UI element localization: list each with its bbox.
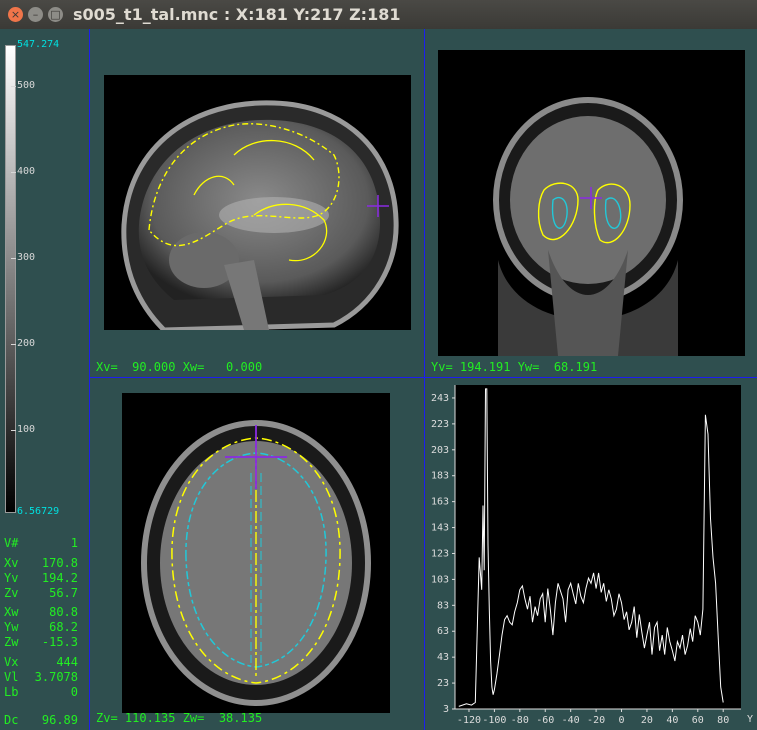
info-label: Yv [4,571,19,585]
colormap-tickmark [11,172,16,173]
info-value: 56.7 [49,586,78,600]
axial-coord-readout: Zv= 110.135 Zw= 38.135 [96,711,263,725]
histogram-x-tick-label: -20 [587,715,605,726]
sagittal-slice-image [121,100,399,330]
info-label: Zw [4,635,19,649]
axial-slice-image [141,420,371,706]
info-label: Lb [4,685,19,699]
colormap-tickmark [11,86,16,87]
histogram-y-tick-label: 143 [431,523,449,534]
panel-separator [90,377,757,378]
info-value: 170.8 [41,556,78,570]
minimize-icon[interactable]: – [28,7,43,22]
info-label: Dc [4,713,19,727]
colormap-min-label: 6.56729 [17,506,60,517]
histogram-y-tick-label: 163 [431,497,449,508]
histogram-y-tick-label: 123 [431,548,449,559]
colormap-tick: 100 [17,424,36,435]
coronal-slice-image [493,97,683,356]
colormap-tick: 400 [17,166,36,177]
histogram-x-tick-label: -120 [457,715,481,726]
histogram-y-tick-label: 223 [431,419,449,430]
histogram-axis-label: Y [747,714,753,725]
intensity-histogram[interactable]: 243 223 203 183 163 143 123 103 83 63 43 23 3 -120 -10… [425,381,757,730]
info-value: -15.3 [41,635,78,649]
histogram-y-tick-label: 43 [437,652,449,663]
histogram-y-tick-label: 23 [437,678,449,689]
sagittal-coord-readout: Xv= 90.000 Xw= 0.000 [96,360,263,374]
histogram-x-tick-label: -40 [562,715,580,726]
histogram-x-tick-label: 60 [692,715,704,726]
colormap-tickmark [11,258,16,259]
window-title: s005_t1_tal.mnc : X:181 Y:217 Z:181 [73,5,401,24]
colormap-tick: 200 [17,338,36,349]
info-value: 96.89 [41,713,78,727]
info-value: 1 [70,536,78,550]
histogram-y-tick-label: 203 [431,445,449,456]
histogram-y-tick-label: 243 [431,393,449,404]
info-label: Yw [4,620,19,634]
panel-separator [89,29,90,730]
info-label: Xw [4,605,19,619]
info-label: Zv [4,586,19,600]
colormap-tick: 500 [17,80,36,91]
histogram-x-tick-label: -100 [482,715,506,726]
window-titlebar: × – □ s005_t1_tal.mnc : X:181 Y:217 Z:18… [0,0,757,29]
histogram-plot-area [455,385,741,709]
info-value: 444 [56,655,78,669]
histogram-x-tick-label: 80 [717,715,729,726]
colormap-max-label: 547.274 [17,39,60,50]
colormap-tickmark [11,344,16,345]
info-label: Vl [4,670,19,684]
histogram-x-tick-label: -60 [536,715,554,726]
info-label: V# [4,536,19,550]
histogram-x-tick-label: -80 [511,715,529,726]
histogram-x-tick-label: 0 [618,715,624,726]
close-icon[interactable]: × [8,7,23,22]
histogram-y-tick-label: 103 [431,574,449,585]
info-value: 194.2 [41,571,78,585]
info-value: 80.8 [49,605,78,619]
info-value: 68.2 [49,620,78,634]
info-value: 0 [70,685,78,699]
histogram-y-tick-label: 3 [443,704,449,715]
histogram-y-tick-label: 183 [431,471,449,482]
histogram-y-tick-label: 63 [437,626,449,637]
maximize-icon[interactable]: □ [48,7,63,22]
histogram-x-tick-label: 40 [666,715,678,726]
axial-view[interactable] [122,393,390,713]
histogram-y-tick-label: 83 [437,600,449,611]
coronal-coord-readout: Yv= 194.191 Yw= 68.191 [431,360,598,374]
info-value: 3.7078 [34,670,78,684]
viewer-main: 547.274 6.56729 500 400 300 200 100 V# 1 … [0,29,757,730]
sagittal-view[interactable] [104,75,411,330]
coronal-view[interactable] [438,50,745,356]
histogram-x-tick-label: 20 [641,715,653,726]
info-label: Xv [4,556,19,570]
info-label: Vx [4,655,19,669]
colormap-tick: 300 [17,252,36,263]
colormap-tickmark [11,430,16,431]
colormap-bar[interactable] [5,45,16,513]
